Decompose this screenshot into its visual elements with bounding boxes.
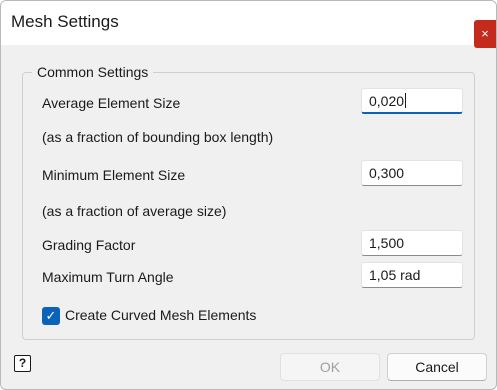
average-element-size-hint: (as a fraction of bounding box length) xyxy=(42,129,274,145)
minimum-element-size-input[interactable]: 0,300 xyxy=(361,160,463,186)
minimum-element-size-label: Minimum Element Size xyxy=(42,167,186,183)
max-turn-angle-label: Maximum Turn Angle xyxy=(42,269,174,285)
minimum-element-size-hint: (as a fraction of average size) xyxy=(42,203,227,219)
curved-mesh-label[interactable]: Create Curved Mesh Elements xyxy=(65,307,256,323)
close-icon: × xyxy=(481,26,489,41)
cancel-button[interactable]: Cancel xyxy=(387,353,487,381)
text-caret xyxy=(405,93,407,108)
checkmark-icon: ✓ xyxy=(45,308,57,323)
grading-factor-label: Grading Factor xyxy=(42,237,136,253)
grading-factor-input[interactable]: 1,500 xyxy=(361,230,463,256)
help-icon: ? xyxy=(18,356,27,370)
average-element-size-label: Average Element Size xyxy=(42,95,181,111)
max-turn-angle-input[interactable]: 1,05 rad xyxy=(361,262,463,288)
title-bar: Mesh Settings × xyxy=(1,1,496,48)
average-element-size-input[interactable]: 0,020 xyxy=(361,88,463,114)
ok-button[interactable]: OK xyxy=(280,353,380,381)
common-settings-legend: Common Settings xyxy=(32,64,154,80)
curved-mesh-checkbox[interactable]: ✓ xyxy=(42,307,60,325)
close-button[interactable]: × xyxy=(474,20,496,48)
dialog-title: Mesh Settings xyxy=(11,12,119,31)
mesh-settings-dialog: Mesh Settings × Common Settings Average … xyxy=(0,0,497,390)
help-button[interactable]: ? xyxy=(14,355,31,372)
